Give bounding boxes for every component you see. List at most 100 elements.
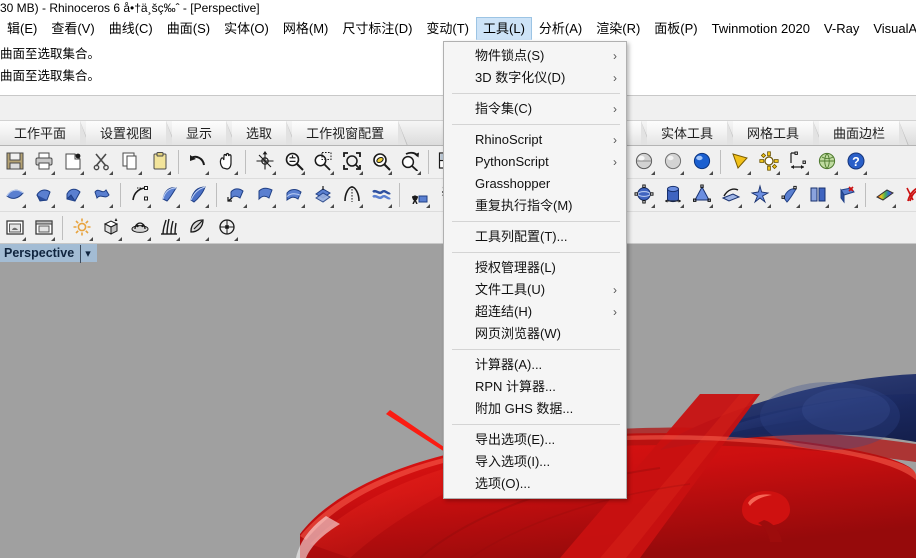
flyout-corner-icon[interactable] — [805, 171, 809, 175]
flyout-corner-icon[interactable] — [272, 204, 276, 208]
copy-icon[interactable] — [117, 147, 144, 178]
toolbar-row-standard-right[interactable]: ? — [600, 146, 870, 178]
flyout-corner-icon[interactable] — [51, 171, 55, 175]
gradient-icon[interactable] — [871, 180, 898, 211]
surface-edit-icon[interactable] — [775, 180, 802, 211]
menu-transform[interactable]: 变动(T) — [419, 17, 476, 40]
flyout-corner-icon[interactable] — [147, 237, 151, 241]
flyout-corner-icon[interactable] — [709, 171, 713, 175]
menu-dimension[interactable]: 尺寸标注(D) — [335, 17, 419, 40]
flyout-corner-icon[interactable] — [205, 204, 209, 208]
globe-icon[interactable] — [813, 147, 840, 178]
tools-dropdown-menu[interactable]: 物件锁点(S) › 3D 数字化仪(D) › 指令集(C) › RhinoScript › Py… — [443, 41, 627, 499]
extrude-surface-icon[interactable] — [155, 180, 182, 211]
menu-grasshopper[interactable]: Grasshopper — [444, 173, 626, 195]
flyout-corner-icon[interactable] — [205, 237, 209, 241]
flyout-corner-icon[interactable] — [680, 204, 684, 208]
zoom-selected-icon[interactable] — [367, 147, 394, 178]
flyout-corner-icon[interactable] — [243, 204, 247, 208]
tab-cplane[interactable]: 工作平面 — [0, 121, 91, 145]
flyout-corner-icon[interactable] — [22, 171, 26, 175]
flyout-corner-icon[interactable] — [359, 171, 363, 175]
flyout-corner-icon[interactable] — [109, 171, 113, 175]
flyout-corner-icon[interactable] — [796, 204, 800, 208]
flyout-corner-icon[interactable] — [854, 204, 858, 208]
flyout-corner-icon[interactable] — [330, 204, 334, 208]
sun-icon[interactable] — [68, 213, 95, 243]
flyout-corner-icon[interactable] — [767, 204, 771, 208]
flyout-corner-icon[interactable] — [22, 237, 26, 241]
menu-command-sets[interactable]: 指令集(C) › — [444, 98, 626, 120]
loft-icon[interactable] — [280, 180, 307, 211]
flyout-corner-icon[interactable] — [388, 171, 392, 175]
decal-icon[interactable] — [213, 213, 240, 243]
render-window-icon[interactable] — [1, 213, 28, 243]
menu-web-browser[interactable]: 网页浏览器(W) — [444, 323, 626, 345]
toolbar-row-surface-right[interactable] — [600, 179, 916, 211]
surface-corner-icon[interactable] — [59, 180, 86, 211]
menu-bar[interactable]: 辑(E) 查看(V) 曲线(C) 曲面(S) 实体(O) 网格(M) 尺寸标注(D) 变动(T… — [0, 17, 916, 40]
menu-visualarq[interactable]: VisualARQ — [866, 17, 916, 40]
offset-surface-icon[interactable] — [309, 180, 336, 211]
menu-license-manager[interactable]: 授权管理器(L) — [444, 257, 626, 279]
flyout-corner-icon[interactable] — [89, 237, 93, 241]
surface-from-mesh-icon[interactable] — [405, 180, 432, 211]
flyout-corner-icon[interactable] — [834, 171, 838, 175]
revolve-rail-icon[interactable] — [126, 180, 153, 211]
dimension-icon[interactable] — [784, 147, 811, 178]
cut-copy-paste-icon[interactable] — [59, 147, 86, 178]
ground-plane-icon[interactable] — [126, 213, 153, 243]
flyout-corner-icon[interactable] — [138, 171, 142, 175]
menu-render[interactable]: 渲染(R) — [589, 17, 647, 40]
tab-select[interactable]: 选取 — [232, 121, 297, 145]
tab-solid-tools[interactable]: 实体工具 — [647, 121, 738, 145]
analysis-icon[interactable] — [900, 180, 916, 211]
flyout-corner-icon[interactable] — [301, 204, 305, 208]
flyout-corner-icon[interactable] — [738, 204, 742, 208]
flyout-corner-icon[interactable] — [825, 204, 829, 208]
menu-pythonscript[interactable]: PythonScript › — [444, 151, 626, 173]
menu-curve[interactable]: 曲线(C) — [102, 17, 160, 40]
environment-box-icon[interactable] — [97, 213, 124, 243]
save-icon[interactable] — [1, 147, 28, 178]
flyout-corner-icon[interactable] — [747, 171, 751, 175]
menu-import-options[interactable]: 导入选项(I)... — [444, 451, 626, 473]
flyout-corner-icon[interactable] — [51, 237, 55, 241]
flyout-corner-icon[interactable] — [330, 171, 334, 175]
tab-display[interactable]: 显示 — [172, 121, 237, 145]
flyout-corner-icon[interactable] — [109, 204, 113, 208]
undo-icon[interactable] — [184, 147, 211, 178]
flyout-corner-icon[interactable] — [426, 204, 430, 208]
zoom-extents-icon[interactable] — [338, 147, 365, 178]
flyout-corner-icon[interactable] — [167, 171, 171, 175]
blue-sphere-icon[interactable] — [688, 147, 715, 178]
flyout-corner-icon[interactable] — [176, 204, 180, 208]
flyout-corner-icon[interactable] — [272, 171, 276, 175]
surface-curve-network-icon[interactable] — [88, 180, 115, 211]
tab-set-view[interactable]: 设置视图 — [86, 121, 177, 145]
drape-icon[interactable] — [367, 180, 394, 211]
flyout-corner-icon[interactable] — [205, 171, 209, 175]
menu-toolbar-layout[interactable]: 工具列配置(T)... — [444, 226, 626, 248]
menu-calculator[interactable]: 计算器(A)... — [444, 354, 626, 376]
cone-icon[interactable] — [688, 180, 715, 211]
flyout-corner-icon[interactable] — [680, 171, 684, 175]
menu-ghs-data[interactable]: 附加 GHS 数据... — [444, 398, 626, 420]
boolean-icon[interactable] — [833, 180, 860, 211]
menu-mesh[interactable]: 网格(M) — [276, 17, 336, 40]
scissors-icon[interactable] — [88, 147, 115, 178]
viewport-title-bar[interactable]: Perspective ▾ — [0, 244, 97, 263]
flyout-corner-icon[interactable] — [709, 204, 713, 208]
menu-solid[interactable]: 实体(O) — [217, 17, 276, 40]
flyout-corner-icon[interactable] — [176, 237, 180, 241]
flyout-corner-icon[interactable] — [22, 204, 26, 208]
flyout-corner-icon[interactable] — [51, 204, 55, 208]
extrude-surface2-icon[interactable] — [184, 180, 211, 211]
cylinder-icon[interactable] — [659, 180, 686, 211]
menu-repeat-command[interactable]: 重复执行指令(M) — [444, 195, 626, 217]
help-icon[interactable]: ? — [842, 147, 869, 178]
surface-from-points-icon[interactable] — [1, 180, 28, 211]
menu-file-tools[interactable]: 文件工具(U) › — [444, 279, 626, 301]
menu-export-options[interactable]: 导出选项(E)... — [444, 429, 626, 451]
explode-icon[interactable] — [746, 180, 773, 211]
